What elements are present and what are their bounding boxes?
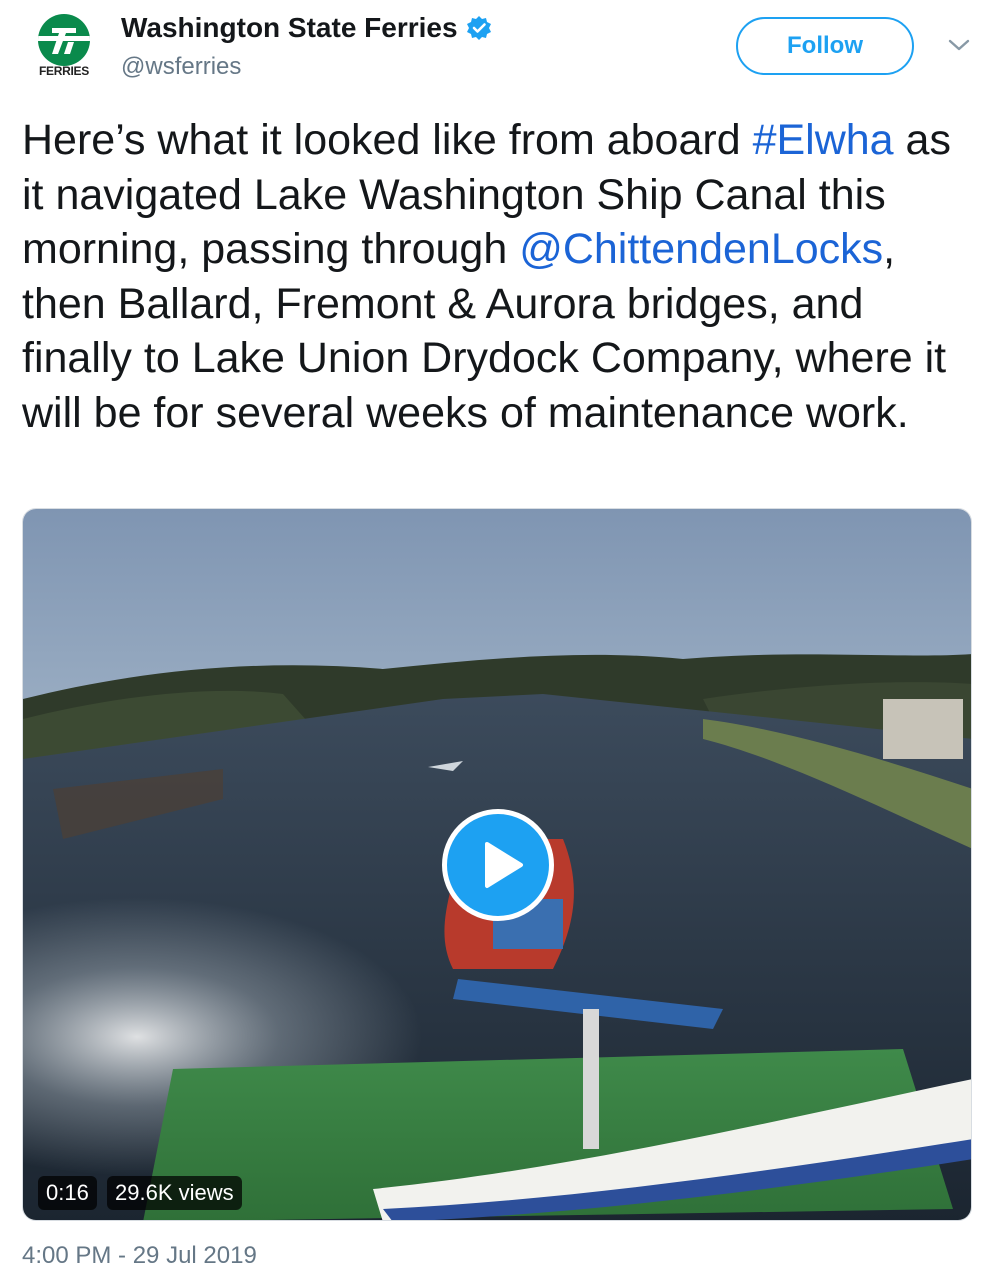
hashtag-link[interactable]: #Elwha: [753, 116, 894, 164]
tweet-header: FERRIES Washington State Ferries @wsferr…: [0, 0, 990, 100]
ferries-logo-icon: [38, 14, 90, 66]
play-icon: [485, 842, 523, 888]
tweet-text-part: Here’s what it looked like from aboard: [22, 116, 753, 164]
account-avatar[interactable]: FERRIES: [30, 14, 98, 78]
chevron-down-icon[interactable]: [946, 36, 972, 54]
verified-badge-icon: [466, 16, 491, 40]
logo-wordmark: FERRIES: [39, 64, 89, 78]
video-views: 29.6K views: [107, 1176, 242, 1210]
play-button[interactable]: [442, 809, 554, 921]
video-player[interactable]: 0:16 29.6K views: [22, 508, 972, 1221]
video-duration: 0:16: [38, 1176, 97, 1210]
follow-button[interactable]: Follow: [736, 17, 914, 75]
mention-link[interactable]: @ChittendenLocks: [519, 225, 883, 273]
name-row: Washington State Ferries: [121, 12, 492, 44]
tweet-timestamp[interactable]: 4:00 PM - 29 Jul 2019: [22, 1242, 257, 1270]
account-handle[interactable]: @wsferries: [121, 53, 241, 81]
tweet-text: Here’s what it looked like from aboard #…: [22, 113, 972, 440]
display-name[interactable]: Washington State Ferries: [121, 12, 458, 44]
